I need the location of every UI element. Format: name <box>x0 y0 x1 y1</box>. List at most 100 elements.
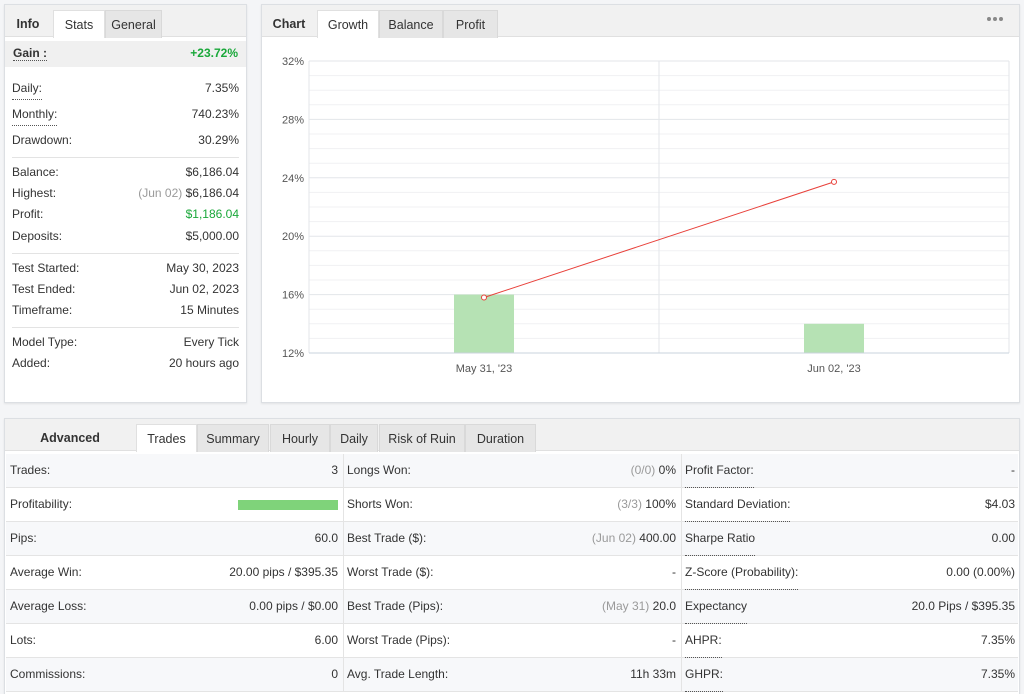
table-cell: Average Loss: 0.00 pips / $0.00 <box>6 590 343 623</box>
cell-value: 7.35% <box>981 658 1015 691</box>
advanced-statistics-title: Advanced Statistics <box>40 431 100 473</box>
column-divider <box>681 590 682 624</box>
more-dots-icon[interactable] <box>987 17 1005 23</box>
x-tick-label: Jun 02, '23 <box>807 363 860 375</box>
tab-chart[interactable]: Chart <box>266 10 312 38</box>
cell-value: 0 <box>331 658 338 691</box>
tab-stats[interactable]: Stats <box>53 10 105 38</box>
y-tick-label: 28% <box>282 114 304 126</box>
cell-value-text: 400.00 <box>639 531 676 545</box>
column-divider <box>343 658 344 692</box>
column-divider <box>343 590 344 624</box>
table-cell: Pips: 60.0 <box>6 522 343 555</box>
advanced-tabbar: Advanced Statistics Trades Summary Hourl… <box>5 419 1019 473</box>
cell-value: (Jun 02) 400.00 <box>592 522 676 555</box>
stat-value: 30.29% <box>198 133 239 147</box>
tab-growth[interactable]: Growth <box>317 10 379 38</box>
profitability-bar <box>238 500 338 510</box>
table-row: Commissions: 0 Avg. Trade Length: 11h 33m GH… <box>6 658 1018 692</box>
table-cell: Z-Score (Probability): 0.00 (0.00%) <box>681 556 1020 590</box>
cell-value: 0.00 <box>992 522 1015 555</box>
stat-row-drawdown: Drawdown: 30.29% <box>12 130 239 151</box>
table-cell: AHPR: 7.35% <box>681 624 1020 658</box>
tab-duration[interactable]: Duration <box>465 424 536 452</box>
chart-panel: Chart Growth Balance Profit 12% 16% 20% 24%… <box>261 4 1020 403</box>
stat-label: Test Started: <box>12 261 80 275</box>
stat-row-timeframe: Timeframe: 15 Minutes <box>12 300 239 321</box>
column-divider <box>681 556 682 590</box>
table-row: Trades: 3 Longs Won: (0/0) 0% Profit Factor:… <box>6 454 1018 488</box>
cell-value-text: 7.35% <box>980 633 1015 647</box>
cell-value: 20.00 pips / $395.35 <box>229 556 338 589</box>
column-divider <box>343 454 344 488</box>
table-row: Pips: 60.0 Best Trade ($): (Jun 02) 400.00 S… <box>6 522 1018 556</box>
chart-tabbar: Chart Growth Balance Profit <box>262 5 1019 38</box>
divider <box>12 157 239 158</box>
cell-value-text: $4.03 <box>984 497 1015 511</box>
tab-general[interactable]: General <box>105 10 162 38</box>
stat-label: Balance: <box>12 165 59 179</box>
stat-value: Every Tick <box>183 335 239 349</box>
stat-label: Highest: <box>12 186 57 200</box>
tab-profit[interactable]: Profit <box>443 10 498 38</box>
tab-balance[interactable]: Balance <box>379 10 443 38</box>
gain-label: Gain : <box>13 46 48 61</box>
cell-note: (3/3) <box>617 497 642 511</box>
column-divider <box>343 556 344 590</box>
stat-value: 7.35% <box>204 81 239 95</box>
cell-value: 20.0 Pips / $395.35 <box>912 590 1015 623</box>
cell-value: (0/0) 0% <box>631 454 676 487</box>
stat-row-daily: Daily: 7.35% <box>12 78 239 100</box>
x-tick-label: May 31, '23 <box>456 363 513 375</box>
cell-value: 0.00 (0.00%) <box>946 556 1015 589</box>
cell-value: - <box>1011 454 1015 487</box>
cell-value-text: - <box>672 633 676 647</box>
cell-value: $4.03 <box>985 488 1015 521</box>
cell-value-text: 0.00 <box>991 531 1015 545</box>
tab-trades[interactable]: Trades <box>136 424 197 452</box>
table-cell: Lots: 6.00 <box>6 624 343 657</box>
tab-hourly[interactable]: Hourly <box>270 424 330 452</box>
tab-summary[interactable]: Summary <box>197 424 269 452</box>
cell-label: Lots: <box>10 633 37 647</box>
cell-label: Commissions: <box>10 667 86 681</box>
gain-value: +23.72% <box>190 46 238 60</box>
table-cell: GHPR: 7.35% <box>681 658 1020 692</box>
stat-value: $1,186.04 <box>185 207 239 221</box>
cell-value: 6.00 <box>315 624 338 657</box>
stat-row-test-started: Test Started: May 30, 2023 <box>12 258 239 279</box>
cell-label: Average Loss: <box>10 599 87 613</box>
stat-row-deposits: Deposits: $5,000.00 <box>12 226 239 247</box>
cell-note: (0/0) <box>630 463 656 477</box>
cell-value-text: 7.35% <box>980 667 1015 681</box>
column-divider <box>343 488 344 522</box>
table-row: Average Loss: 0.00 pips / $0.00 Best Trade… <box>6 590 1018 624</box>
cell-label: Average Win: <box>10 565 82 579</box>
tab-risk-of-ruin[interactable]: Risk of Ruin <box>379 424 465 452</box>
tab-daily[interactable]: Daily <box>330 424 378 452</box>
stat-row-model-type: Model Type: Every Tick <box>12 332 239 353</box>
y-tick-label: 12% <box>282 348 304 360</box>
table-cell: Shorts Won: (3/3) 100% <box>343 488 681 521</box>
cell-value: 11h 33m <box>630 658 676 691</box>
tab-info[interactable]: Info <box>9 10 47 38</box>
cell-value: - <box>672 556 676 589</box>
cell-label: Standard Deviation: <box>685 488 791 522</box>
cell-value: (3/3) 100% <box>617 488 676 521</box>
stat-value: May 30, 2023 <box>166 261 239 275</box>
y-tick-label: 16% <box>282 290 304 302</box>
stat-label: Added: <box>12 356 51 370</box>
cell-value-text: 0 <box>331 667 338 681</box>
bar-2 <box>804 323 864 353</box>
cell-label: Expectancy <box>685 590 748 624</box>
cell-label: Best Trade (Pips): <box>347 599 444 613</box>
table-cell: Trades: 3 <box>6 454 343 487</box>
stat-value: 15 Minutes <box>180 303 239 317</box>
stat-row-test-ended: Test Ended: Jun 02, 2023 <box>12 279 239 300</box>
column-divider <box>681 454 682 488</box>
stat-label: Profit: <box>12 207 44 221</box>
column-divider <box>681 658 682 692</box>
cell-label: Profitability: <box>10 497 73 511</box>
gain-row: Gain : +23.72% <box>5 41 246 67</box>
table-cell: Best Trade (Pips): (May 31) 20.0 <box>343 590 681 623</box>
